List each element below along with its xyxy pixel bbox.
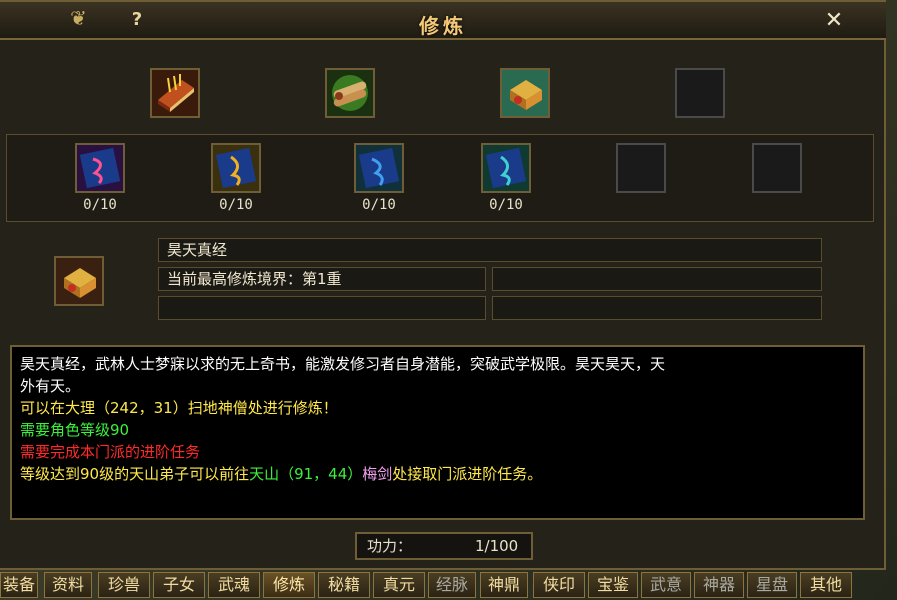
tab-profile[interactable]: 资料 [44, 572, 92, 598]
tab-true-essence[interactable]: 真元 [373, 572, 425, 598]
skill-scroll-icon [483, 145, 529, 191]
tab-martial-soul[interactable]: 武魂 [208, 572, 260, 598]
desc-line-6-suffix: 处接取门派进阶任务。 [392, 465, 543, 483]
empty-skill-slot-6[interactable] [752, 143, 802, 193]
treasure-chest-icon [502, 70, 548, 116]
tab-equipment[interactable]: 装备 [0, 572, 38, 598]
scroll-bundle-icon [327, 70, 373, 116]
power-value: 1/100 [475, 537, 519, 555]
npc-link[interactable]: 梅剑 [362, 465, 392, 483]
skill-scroll-icon [77, 145, 123, 191]
tab-treasure-mirror[interactable]: 宝鉴 [588, 572, 638, 598]
empty-item-slot[interactable] [675, 68, 725, 118]
tab-bar: 装备 资料 珍兽 子女 武魂 修炼 秘籍 真元 经脉 神鼎 侠印 宝鉴 武意 神… [0, 570, 897, 600]
desc-line-3: 可以在大理（242，31）扫地神僧处进行修炼！ [20, 399, 338, 417]
desc-line-4: 需要角色等级90 [20, 421, 130, 439]
location-link[interactable]: 天山（91，44） [249, 465, 362, 483]
tab-pets[interactable]: 珍兽 [98, 572, 150, 598]
title-bar[interactable]: ❦ ? 修炼 ✕ [0, 2, 886, 40]
skill-count-3: 0/10 [362, 197, 396, 213]
tab-other[interactable]: 其他 [800, 572, 852, 598]
tab-divine-cauldron[interactable]: 神鼎 [480, 572, 528, 598]
tab-meridians[interactable]: 经脉 [428, 572, 476, 598]
desc-line-2: 外有天。 [20, 377, 81, 395]
skill-scroll-icon [356, 145, 402, 191]
info-field-3 [158, 296, 486, 320]
window-title: 修炼 [419, 14, 467, 38]
scroll-bundle-slot[interactable] [325, 68, 375, 118]
tab-martial-intent[interactable]: 武意 [641, 572, 691, 598]
skill-scrolls-section: 0/10 0/10 0/10 0/10 [6, 134, 874, 222]
close-button[interactable]: ✕ [820, 8, 848, 34]
desc-line-1: 昊天真经，武林人士梦寐以求的无上奇书，能激发修习者自身潜能，突破武学极限。昊天昊… [20, 355, 666, 373]
info-field-2 [492, 267, 822, 291]
item-name-field: 昊天真经 [158, 238, 822, 262]
desc-line-5: 需要完成本门派的进阶任务 [20, 443, 201, 461]
desc-line-6: 等级达到90级的天山弟子可以前往天山（91，44）梅剑处接取门派进阶任务。 [20, 463, 855, 485]
tab-star-chart[interactable]: 星盘 [747, 572, 797, 598]
skill-count-1: 0/10 [83, 197, 117, 213]
treasure-chest-slot[interactable] [500, 68, 550, 118]
tab-children[interactable]: 子女 [153, 572, 205, 598]
tab-cultivation[interactable]: 修炼 [263, 572, 315, 598]
item-slots-section [6, 50, 874, 134]
desc-line-6-prefix: 等级达到90级的天山弟子可以前往 [20, 465, 250, 483]
info-field-4 [492, 296, 822, 320]
selected-item-slot[interactable] [54, 256, 104, 306]
power-label: 功力： [367, 537, 413, 555]
red-book-icon [152, 70, 198, 116]
tab-artifact[interactable]: 神器 [694, 572, 744, 598]
power-display: 功力： 1/100 [355, 532, 533, 560]
description-box: 昊天真经，武林人士梦寐以求的无上奇书，能激发修习者自身潜能，突破武学极限。昊天昊… [10, 345, 865, 520]
skill-scroll-slot-1[interactable] [75, 143, 125, 193]
tab-hero-seal[interactable]: 侠印 [533, 572, 585, 598]
realm-field: 当前最高修炼境界：第1重 [158, 267, 486, 291]
skill-count-2: 0/10 [219, 197, 253, 213]
skill-scroll-icon [213, 145, 259, 191]
skill-scroll-slot-3[interactable] [354, 143, 404, 193]
treasure-chest-icon [56, 258, 102, 304]
tab-secret-manual[interactable]: 秘籍 [318, 572, 370, 598]
skill-scroll-slot-4[interactable] [481, 143, 531, 193]
skill-count-4: 0/10 [489, 197, 523, 213]
skill-scroll-slot-2[interactable] [211, 143, 261, 193]
empty-skill-slot-5[interactable] [616, 143, 666, 193]
detail-section: 昊天真经 当前最高修炼境界：第1重 [6, 224, 874, 336]
cultivation-panel: ❦ ? 修炼 ✕ 0/10 0/10 0/10 0/10 昊天真经 当前最高修炼… [0, 0, 886, 570]
red-book-slot[interactable] [150, 68, 200, 118]
